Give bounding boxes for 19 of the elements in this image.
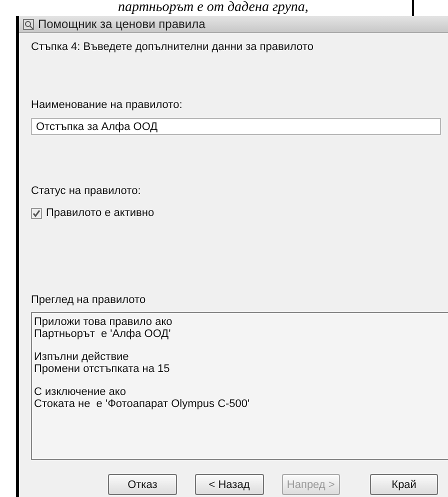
checkbox-label: Правилото е активно [46,207,154,219]
preview-label: Преглед на правилото [31,294,147,306]
preview-line: Партньорът е 'Алфа ООД' [34,328,172,340]
step-heading: Стъпка 4: Въведете допълнителни данни за правилото [31,41,314,53]
finish-button[interactable]: Край [370,474,438,495]
preview-line: С изключение ако [34,386,127,398]
window-icon [23,18,34,30]
status-label: Статус на правилото: [31,185,142,197]
preview-line: Изпълни действие [34,351,130,363]
preview-line: Стоката не е 'Фотоапарат Olympus C-500' [34,398,251,410]
cancel-button[interactable]: Отказ [108,474,177,495]
field-label: Наименование на правилото: [31,99,184,111]
checkbox[interactable] [31,208,42,218]
preview-line: Приложи това правило ако [34,316,174,328]
preview-line: Промени отстъпката на 15 [34,363,171,375]
rule-name-field[interactable]: Отстъпка за Алфа ООД [31,118,441,135]
back-button[interactable]: < Назад [194,474,264,495]
window-title: Помощник за ценови правила [38,17,206,31]
document-text: партньорът е от дадена група, [118,0,308,16]
